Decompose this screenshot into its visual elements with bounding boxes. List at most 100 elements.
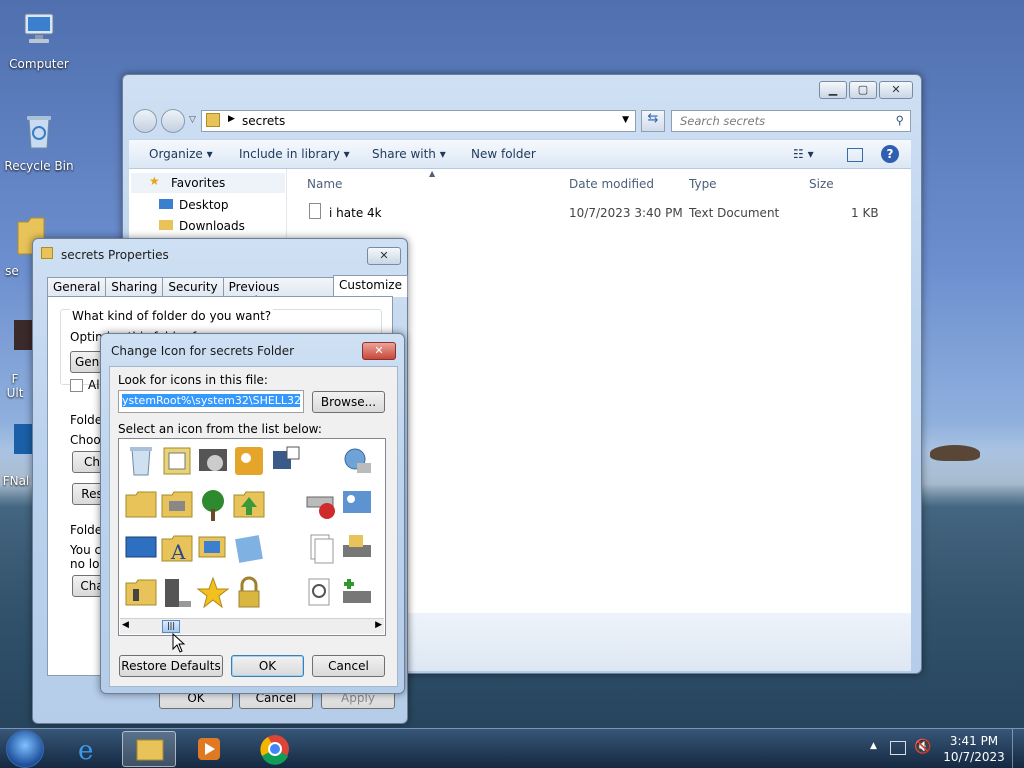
drive-error-icon[interactable] xyxy=(303,487,339,523)
search-input[interactable]: Search secrets ⚲ xyxy=(671,110,911,132)
column-date-modified[interactable]: Date modified xyxy=(569,177,654,191)
shared-folder-icon[interactable] xyxy=(123,487,159,523)
nav-favorites[interactable]: ★ Favorites xyxy=(131,173,285,193)
windows-explorer-icon[interactable] xyxy=(122,731,176,767)
new-folder-button[interactable]: New folder xyxy=(471,147,536,161)
app-shortcut-icon[interactable] xyxy=(14,424,34,454)
folder-icon xyxy=(206,113,220,127)
maximize-button[interactable]: ▢ xyxy=(849,81,877,99)
show-desktop-button[interactable] xyxy=(1012,729,1024,768)
server-icon[interactable] xyxy=(159,575,195,611)
downloads-icon xyxy=(159,220,173,230)
mouse-cursor xyxy=(172,633,186,653)
dialog-buttons: ✕ xyxy=(367,247,401,265)
restore-defaults-button[interactable]: Restore Defaults xyxy=(119,655,223,677)
tab-customize[interactable]: Customize xyxy=(333,275,408,297)
volume-muted-icon[interactable]: 🔇 xyxy=(914,739,931,755)
app-shortcut-icon[interactable] xyxy=(14,320,34,350)
help-icon[interactable]: ? xyxy=(881,145,899,163)
sort-arrow-icon: ▲ xyxy=(429,169,436,178)
windows-update-icon[interactable] xyxy=(231,531,267,567)
desktop-partial-label: se xyxy=(5,264,19,278)
monitor-icon[interactable] xyxy=(123,531,159,567)
forward-button[interactable] xyxy=(161,109,185,133)
close-button[interactable]: ✕ xyxy=(879,81,913,99)
file-size: 1 KB xyxy=(851,206,879,220)
ok-button[interactable]: OK xyxy=(231,655,304,677)
key-icon[interactable] xyxy=(231,443,267,479)
tree-icon[interactable] xyxy=(195,487,231,523)
network-computer-icon[interactable] xyxy=(267,443,303,479)
tab-previous-versions[interactable]: Previous Versions xyxy=(222,277,334,308)
organize-button[interactable]: Organize ▾ xyxy=(149,147,213,161)
breadcrumb-arrow-icon[interactable]: ▶ xyxy=(228,114,235,124)
desktop-icon-computer[interactable]: Computer xyxy=(4,10,74,71)
icon-list[interactable]: A ◀ ||| ▶ xyxy=(118,438,386,636)
browse-button[interactable]: Browse... xyxy=(312,391,385,413)
computer-icon xyxy=(24,13,54,43)
close-button[interactable]: ✕ xyxy=(367,247,401,265)
desktop-icon-recycle-bin[interactable]: Recycle Bin xyxy=(4,112,74,173)
apply-subfolders-checkbox[interactable] xyxy=(70,379,83,392)
column-type[interactable]: Type xyxy=(689,177,717,191)
horizontal-scrollbar[interactable]: ◀ ||| ▶ xyxy=(120,618,384,634)
upload-folder-icon[interactable] xyxy=(231,487,267,523)
nav-downloads[interactable]: Downloads xyxy=(159,219,245,233)
include-in-library-button[interactable]: Include in library ▾ xyxy=(239,147,350,161)
documents-icon[interactable] xyxy=(303,531,339,567)
control-panel-icon[interactable] xyxy=(159,443,195,479)
address-bar[interactable]: ▶ secrets ▼ xyxy=(201,110,636,132)
look-for-label: Look for icons in this file: xyxy=(118,373,268,387)
printer-icon[interactable] xyxy=(339,531,375,567)
text-file-icon xyxy=(309,203,321,219)
column-size[interactable]: Size xyxy=(809,177,834,191)
network-icon[interactable] xyxy=(890,741,906,755)
media-player-icon[interactable] xyxy=(182,731,236,767)
add-printer-icon[interactable] xyxy=(339,575,375,611)
search-network-icon[interactable] xyxy=(339,443,375,479)
computer-folder-icon[interactable] xyxy=(195,531,231,567)
change-icon-dialog[interactable]: Change Icon for secrets Folder ✕ Look fo… xyxy=(100,333,405,694)
nav-desktop[interactable]: Desktop xyxy=(159,198,229,212)
show-hidden-icons-icon[interactable]: ▲ xyxy=(870,741,877,751)
minimize-button[interactable]: ▁ xyxy=(819,81,847,99)
column-name[interactable]: Name xyxy=(307,177,342,191)
scroll-right-icon[interactable]: ▶ xyxy=(375,620,382,630)
recycle-bin-icon[interactable] xyxy=(123,443,159,479)
cd-drive-icon[interactable] xyxy=(195,443,231,479)
network-settings-icon[interactable] xyxy=(339,487,375,523)
lock-icon[interactable] xyxy=(231,575,267,611)
tab-general[interactable]: General xyxy=(47,277,107,297)
close-button[interactable]: ✕ xyxy=(362,342,396,360)
back-button[interactable] xyxy=(133,109,157,133)
search-document-icon[interactable] xyxy=(303,575,339,611)
dialog-title: Change Icon for secrets Folder xyxy=(111,344,295,358)
view-options-icon[interactable]: ☷ ▾ xyxy=(793,147,814,161)
start-button[interactable] xyxy=(6,730,44,768)
share-with-button[interactable]: Share with ▾ xyxy=(372,147,446,161)
file-date: 10/7/2023 3:40 PM xyxy=(569,206,683,220)
clock[interactable]: 3:41 PM 10/7/2023 xyxy=(942,733,1006,765)
breadcrumb-item[interactable]: secrets xyxy=(242,114,285,128)
search-icon: ⚲ xyxy=(895,113,904,127)
chrome-icon[interactable] xyxy=(248,731,302,767)
icon-file-input[interactable]: ystemRoot%\system32\SHELL32.dll xyxy=(118,390,304,413)
recent-pages-icon[interactable]: ▽ xyxy=(189,115,196,125)
scroll-left-icon[interactable]: ◀ xyxy=(122,620,129,630)
star-icon[interactable] xyxy=(195,575,231,611)
refresh-icon[interactable]: ⇆ xyxy=(641,110,665,132)
clock-time: 3:41 PM xyxy=(949,734,999,748)
scroll-thumb[interactable]: ||| xyxy=(162,620,180,633)
svg-text:A: A xyxy=(170,540,186,564)
printer-folder-icon[interactable] xyxy=(159,487,195,523)
folder-icon xyxy=(41,247,53,259)
chevron-down-icon[interactable]: ▼ xyxy=(622,115,629,125)
preview-pane-icon[interactable] xyxy=(847,148,863,162)
tab-sharing[interactable]: Sharing xyxy=(105,277,164,297)
desktop-icon-label: Computer xyxy=(9,57,69,71)
fonts-icon[interactable]: A xyxy=(159,531,195,567)
tab-security[interactable]: Security xyxy=(162,277,224,297)
tools-folder-icon[interactable] xyxy=(123,575,159,611)
internet-explorer-icon[interactable]: e xyxy=(64,731,118,767)
cancel-button[interactable]: Cancel xyxy=(312,655,385,677)
